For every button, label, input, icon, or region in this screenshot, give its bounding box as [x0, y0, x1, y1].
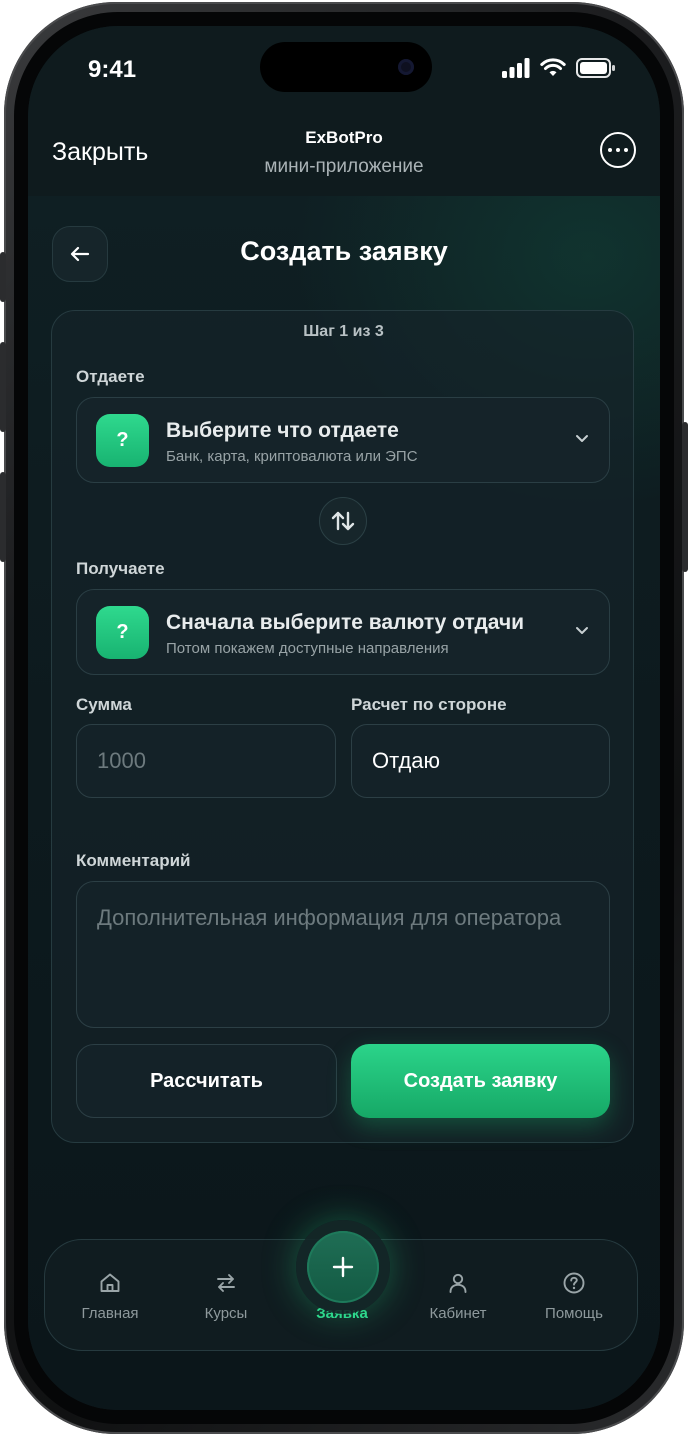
screen: 9:41 Закрыть ExBotPro мини-приложение Со…	[28, 26, 660, 1410]
swap-vertical-icon	[331, 511, 355, 531]
swap-direction-button[interactable]	[319, 497, 367, 545]
chevron-down-icon	[576, 627, 588, 634]
user-icon	[449, 1273, 467, 1293]
tab-cabinet-label: Кабинет	[429, 1305, 487, 1322]
tab-rates[interactable]: Курсы	[176, 1240, 276, 1352]
app-name: ExBotPro	[305, 128, 383, 147]
create-order-button[interactable]: Создать заявку	[351, 1044, 610, 1118]
tab-help[interactable]: Помощь	[524, 1240, 624, 1352]
receive-label: Получаете	[76, 559, 165, 578]
give-selector-subtitle: Банк, карта, криптовалюта или ЭПС	[166, 448, 418, 465]
tab-rates-label: Курсы	[204, 1305, 248, 1322]
page-title: Создать заявку	[240, 236, 448, 266]
tab-home-label: Главная	[81, 1305, 139, 1322]
status-time: 9:41	[88, 56, 137, 83]
question-icon: ?	[96, 414, 149, 467]
side-label: Расчет по стороне	[351, 695, 507, 714]
app-subtitle: мини-приложение	[264, 156, 424, 177]
receive-selector-subtitle: Потом покажем доступные направления	[166, 640, 449, 657]
dynamic-island	[260, 42, 432, 92]
tab-help-label: Помощь	[545, 1305, 603, 1322]
volume-up-button	[0, 342, 6, 432]
receive-currency-selector[interactable]: ? Сначала выберите валюту отдачи Потом п…	[76, 589, 610, 675]
amount-input[interactable]: 1000	[76, 724, 336, 798]
help-circle-icon	[563, 1272, 585, 1294]
camera-icon	[398, 59, 414, 75]
side-select[interactable]: Отдаю	[351, 724, 610, 798]
status-icons	[502, 58, 616, 78]
amount-label: Сумма	[76, 695, 132, 714]
wifi-icon	[540, 58, 566, 76]
more-options-button[interactable]	[600, 132, 636, 168]
chevron-down-icon	[576, 435, 588, 442]
comment-label: Комментарий	[76, 851, 191, 870]
new-order-fab[interactable]	[307, 1231, 379, 1303]
battery-icon	[576, 58, 615, 78]
give-selector-title: Выберите что отдаете	[166, 419, 399, 442]
tab-home[interactable]: Главная	[60, 1240, 160, 1352]
comment-textarea[interactable]: Дополнительная информация для оператора	[76, 881, 610, 1028]
signal-icon	[502, 58, 530, 78]
question-icon: ?	[96, 606, 149, 659]
home-icon	[100, 1273, 120, 1292]
step-indicator: Шаг 1 из 3	[303, 323, 384, 340]
plus-icon	[332, 1256, 354, 1278]
power-button	[682, 422, 688, 572]
tab-cabinet[interactable]: Кабинет	[408, 1240, 508, 1352]
exchange-arrows-icon	[217, 1274, 235, 1292]
dot-icon	[616, 148, 620, 152]
give-currency-selector[interactable]: ? Выберите что отдаете Банк, карта, крип…	[76, 397, 610, 483]
order-form-card: Шаг 1 из 3 Отдаете ? Выберите что отдает…	[51, 310, 634, 1143]
receive-selector-title: Сначала выберите валюту отдачи	[166, 611, 525, 634]
action-button	[0, 252, 6, 302]
calculate-button[interactable]: Рассчитать	[76, 1044, 337, 1118]
volume-down-button	[0, 472, 6, 562]
dot-icon	[624, 148, 628, 152]
give-label: Отдаете	[76, 367, 145, 386]
dot-icon	[608, 148, 612, 152]
